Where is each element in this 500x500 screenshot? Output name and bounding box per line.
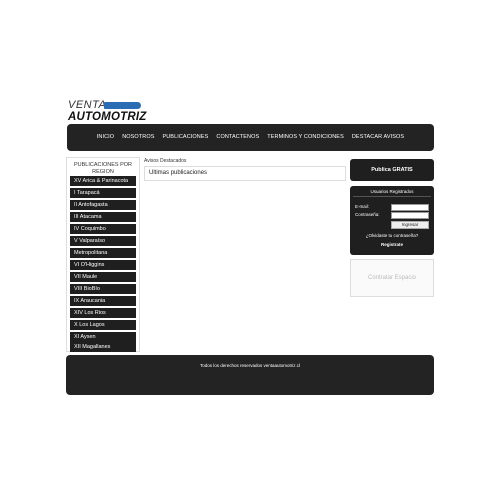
- logo-accent-bar: [104, 102, 141, 109]
- region-item-aysen[interactable]: XI Aysen: [70, 332, 136, 342]
- region-item-araucania[interactable]: IX Araucania: [70, 296, 136, 306]
- nav-item-terminos[interactable]: TERMINOS Y CONDICIONES: [263, 124, 348, 151]
- region-item-los-rios[interactable]: XIV Los Rios: [70, 308, 136, 318]
- forgot-password-link[interactable]: ¿Olvidaste tu contraseña?: [350, 233, 434, 238]
- region-item-antofagasta[interactable]: II Antofagasta: [70, 200, 136, 210]
- region-item-los-lagos[interactable]: X Los Lagos: [70, 320, 136, 330]
- register-link[interactable]: Registrate: [350, 242, 434, 247]
- region-item-maule[interactable]: VII Maule: [70, 272, 136, 282]
- password-label: Contraseña:: [355, 212, 380, 217]
- nav-item-publicaciones[interactable]: PUBLICACIONES: [158, 124, 212, 151]
- nav-item-inicio[interactable]: INICIO: [93, 124, 118, 151]
- footer: Todos los derechos reservados ventaautom…: [66, 355, 434, 395]
- region-item-magallanes[interactable]: XII Magallanes: [70, 342, 136, 352]
- region-item-biobio[interactable]: VIII BioBío: [70, 284, 136, 294]
- main-nav: INICIO NOSOTROS PUBLICACIONES CONTACTENO…: [67, 124, 434, 151]
- region-item-ohiggins[interactable]: VI O'Higgins: [70, 260, 136, 270]
- region-item-coquimbo[interactable]: IV Coquimbo: [70, 224, 136, 234]
- site-logo[interactable]: VENTA AUTOMOTRIZ: [68, 100, 148, 124]
- email-label: E-mail:: [355, 204, 370, 209]
- nav-item-contactenos[interactable]: CONTACTENOS: [212, 124, 263, 151]
- nav-item-destacar-avisos[interactable]: DESTACAR AVISOS: [348, 124, 408, 151]
- logo-text-venta: VENTA: [68, 99, 107, 111]
- login-divider: [353, 196, 431, 197]
- latest-publications-box: Ultimas publicaciones: [144, 166, 346, 181]
- region-item-valparaiso[interactable]: V Valparaíso: [70, 236, 136, 246]
- footer-copyright: Todos los derechos reservados ventaautom…: [199, 363, 301, 368]
- ad-space-box[interactable]: Contratar Espacio: [350, 259, 434, 297]
- nav-item-nosotros[interactable]: NOSOTROS: [118, 124, 158, 151]
- featured-ads-label: Avisos Destacados: [144, 158, 187, 164]
- region-sidebar: PUBLICACIONES POR REGION XV Arica & Pari…: [66, 157, 140, 352]
- region-item-atacama[interactable]: III Atacama: [70, 212, 136, 222]
- login-submit-button[interactable]: Ingresar: [391, 221, 429, 229]
- sidebar-title: PUBLICACIONES POR REGION: [73, 162, 133, 175]
- region-item-tarapaca[interactable]: I Tarapacá: [70, 188, 136, 198]
- logo-text-automotriz: AUTOMOTRIZ: [68, 111, 147, 123]
- login-title: Usuarios Registrados: [370, 189, 414, 194]
- region-item-metropolitana[interactable]: Metropolitana: [70, 248, 136, 258]
- region-item-arica[interactable]: XV Arica & Parinacota: [70, 176, 136, 186]
- publish-free-button[interactable]: Publica GRATIS: [350, 159, 434, 181]
- email-field[interactable]: [391, 204, 429, 211]
- password-field[interactable]: [391, 212, 429, 219]
